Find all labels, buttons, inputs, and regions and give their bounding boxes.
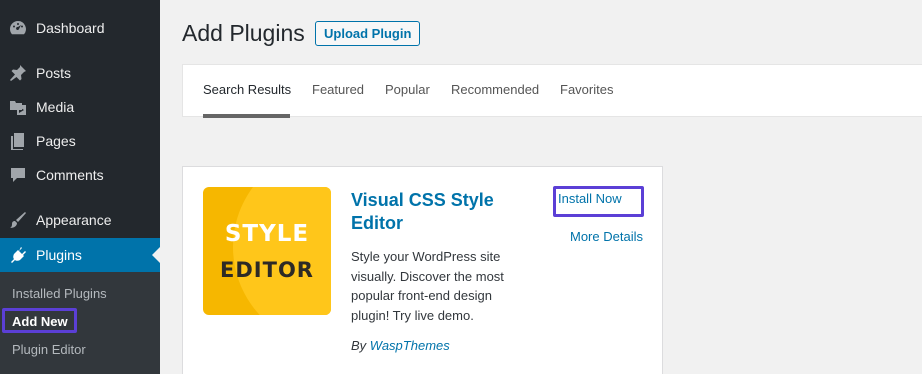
sidebar-item-plugins[interactable]: Plugins (0, 238, 160, 272)
author-prefix: By (351, 338, 367, 353)
plugin-author: By WaspThemes (351, 338, 450, 353)
plugin-name-link[interactable]: Visual CSS Style Editor (351, 189, 531, 235)
plugin-icon (0, 245, 36, 265)
tab-featured[interactable]: Featured (312, 82, 364, 97)
tab-popular[interactable]: Popular (385, 82, 430, 97)
logo-swoosh (233, 187, 331, 315)
sidebar-item-label: Appearance (36, 212, 112, 228)
logo-text-editor: EDITOR (220, 258, 314, 282)
install-now-highlight (553, 186, 644, 217)
author-link[interactable]: WaspThemes (370, 338, 450, 353)
sidebar-item-label: Media (36, 99, 75, 115)
sidebar-item-label: Dashboard (36, 20, 105, 36)
upload-plugin-button[interactable]: Upload Plugin (315, 21, 421, 46)
sidebar-item-pages[interactable]: Pages (0, 124, 160, 158)
submenu-installed-plugins[interactable]: Installed Plugins (12, 286, 107, 301)
active-indicator-arrow (152, 247, 160, 263)
sidebar-item-appearance[interactable]: Appearance (0, 203, 160, 237)
submenu-plugin-editor[interactable]: Plugin Editor (12, 342, 86, 357)
sidebar-item-posts[interactable]: Posts (0, 56, 160, 90)
tab-search-results[interactable]: Search Results (203, 82, 291, 97)
dashboard-icon (0, 18, 36, 38)
paintbrush-icon (0, 210, 36, 230)
sidebar-item-media[interactable]: Media (0, 90, 160, 124)
sidebar-item-label: Plugins (36, 247, 82, 263)
sidebar-item-dashboard[interactable]: Dashboard (0, 11, 160, 45)
tab-recommended[interactable]: Recommended (451, 82, 539, 97)
plugin-logo[interactable]: STYLE EDITOR (203, 187, 331, 315)
logo-text-style: STYLE (224, 221, 310, 247)
media-icon (0, 97, 36, 117)
sidebar-item-label: Pages (36, 133, 76, 149)
plugin-description: Style your WordPress site visually. Disc… (351, 249, 504, 323)
plugin-filter-bar: Search Results Featured Popular Recommen… (182, 64, 922, 118)
pushpin-icon (0, 63, 36, 83)
tab-favorites[interactable]: Favorites (560, 82, 613, 97)
pages-icon (0, 131, 36, 151)
more-details-link[interactable]: More Details (570, 229, 643, 244)
sidebar-item-comments[interactable]: Comments (0, 158, 160, 192)
page-title: Add Plugins (182, 20, 305, 46)
comment-icon (0, 165, 36, 185)
current-tab-underline (203, 114, 290, 118)
sidebar-item-label: Comments (36, 167, 104, 183)
sidebar-item-label: Posts (36, 65, 72, 81)
add-new-highlight (2, 308, 77, 333)
